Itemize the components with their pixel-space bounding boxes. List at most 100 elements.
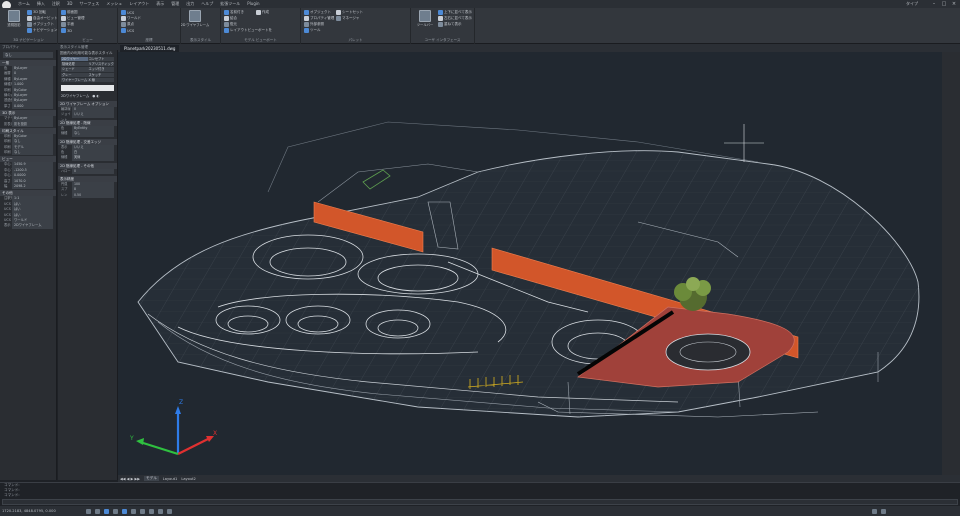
- customize-icon[interactable]: [880, 508, 886, 514]
- ribbon-group: 名前付き 結合 復元 レイアウトビューポートを 作成 モデル ビューポート: [221, 8, 301, 44]
- visual-style-row[interactable]: レン 0.50: [58, 192, 117, 199]
- drawing-viewport[interactable]: Z X Y: [118, 52, 942, 475]
- menu-item[interactable]: Plugin: [247, 1, 259, 7]
- command-input[interactable]: [2, 499, 958, 505]
- menu-item[interactable]: 管理: [171, 1, 179, 7]
- ribbon-small-button[interactable]: ビュー管理: [61, 16, 85, 21]
- property-value[interactable]: 0.000: [12, 103, 53, 110]
- ribbon-small-button[interactable]: 重ねて表示: [438, 22, 462, 27]
- ribbon-small-button[interactable]: UCS: [121, 28, 134, 33]
- ribbon-small-button[interactable]: プロパティ管理: [304, 16, 334, 21]
- ribbon-small-button[interactable]: 上下に並べて表示: [438, 10, 472, 15]
- visual-style-item[interactable]: X 線: [87, 78, 114, 83]
- property-row[interactable]: 表示 2Dワイヤフレーム: [0, 223, 56, 229]
- ribbon-small-button[interactable]: 結合: [224, 16, 237, 21]
- vertical-scrollbar[interactable]: [942, 52, 960, 475]
- visual-style-key: ハロー: [61, 168, 71, 173]
- menu-item[interactable]: 3D: [67, 1, 73, 7]
- ribbon-small-button[interactable]: 自由オービット: [27, 16, 58, 21]
- menu-item[interactable]: 挿入: [37, 1, 45, 7]
- ribbon-small-button[interactable]: ツール: [304, 28, 321, 33]
- ribbon-small-button[interactable]: 平面: [61, 22, 74, 27]
- tab-model[interactable]: モデル: [144, 476, 159, 481]
- ribbon-small-button[interactable]: 名前付き: [224, 10, 244, 15]
- ribbon-small-button[interactable]: 3D 回転: [27, 10, 46, 15]
- visual-style-name-field[interactable]: [61, 84, 114, 91]
- ribbon-small-button[interactable]: シートセット: [336, 10, 363, 15]
- selection-dropdown[interactable]: なし: [3, 52, 53, 58]
- property-value[interactable]: 2098.2: [12, 184, 53, 190]
- menu-item[interactable]: ヘルプ: [201, 1, 213, 7]
- visual-style-value[interactable]: 0.50: [72, 192, 114, 199]
- property-row[interactable]: 印刷 なし: [0, 150, 56, 156]
- ribbon-small-button[interactable]: オブジェクト: [304, 10, 331, 15]
- menu-item[interactable]: 表示: [156, 1, 164, 7]
- tab-nav-arrows[interactable]: ◀◀ ◀ ▶ ▶▶: [120, 477, 140, 481]
- ribbon-small-button[interactable]: 左右に並べて表示: [438, 16, 472, 21]
- ortho-icon[interactable]: [103, 508, 109, 514]
- ribbon-small-button[interactable]: ワールド: [121, 16, 141, 21]
- ribbon-group-label: ユーザ インタフェース: [424, 38, 461, 42]
- snap-icon[interactable]: [85, 508, 91, 514]
- ribbon-small-button[interactable]: 3D: [61, 28, 72, 33]
- tab-layout1[interactable]: Layout1: [163, 477, 178, 481]
- menu-item[interactable]: サーフェス: [80, 1, 100, 7]
- annotation-scale-icon[interactable]: [166, 508, 172, 514]
- property-row[interactable]: 幅 2098.2: [0, 184, 56, 190]
- ribbon-small-button[interactable]: 前面図: [61, 10, 78, 15]
- ribbon-small-button[interactable]: 作成: [256, 10, 269, 15]
- visual-style-sections: 2D ワイヤフレーム オプション輪郭線0ジョイントいいえ2D 陰線処理 - 陰線…: [58, 100, 117, 199]
- model-drawing[interactable]: Z X Y: [118, 52, 942, 475]
- workspace-icon[interactable]: [871, 508, 877, 514]
- ribbon-small-button[interactable]: 原点: [121, 22, 134, 27]
- visual-style-value[interactable]: 実線: [72, 155, 114, 161]
- visual-style-item[interactable]: ワイヤーフレーム: [61, 78, 88, 83]
- visual-style-row[interactable]: 線種 なし: [58, 131, 117, 137]
- ribbon-small-button[interactable]: マネージャ: [336, 16, 359, 21]
- minimize-icon[interactable]: –: [930, 1, 938, 7]
- ribbon-small-button[interactable]: ナビゲーション: [27, 28, 57, 33]
- property-value[interactable]: なし: [12, 150, 53, 156]
- visual-style-value[interactable]: なし: [72, 131, 114, 137]
- visual-style-row[interactable]: ハロー 0: [58, 168, 117, 175]
- ribbon-small-button[interactable]: 復元: [224, 22, 237, 27]
- otrack-icon[interactable]: [130, 508, 136, 514]
- menu-item[interactable]: 注釈: [52, 1, 60, 7]
- visual-style-value[interactable]: 0: [72, 168, 114, 175]
- selection-cycling-icon[interactable]: [157, 508, 163, 514]
- visual-style-row[interactable]: ジョイントいいえ: [58, 112, 117, 122]
- document-tab[interactable]: Planetpark20230511.dwg: [120, 45, 180, 52]
- menu-item[interactable]: レイアウト: [129, 1, 149, 7]
- ribbon-small-button[interactable]: UCS: [121, 10, 134, 15]
- ribbon-group-label: 3D ナビゲーション: [13, 38, 44, 42]
- tab-layout2[interactable]: Layout2: [181, 477, 196, 481]
- menu-item[interactable]: 出力: [186, 1, 194, 7]
- ribbon-small-button-label: 前面図: [67, 10, 78, 14]
- polar-icon[interactable]: [112, 508, 118, 514]
- grid-icon[interactable]: [94, 508, 100, 514]
- property-value[interactable]: 2Dワイヤフレーム: [12, 223, 53, 229]
- menu-item[interactable]: メッシュ: [106, 1, 122, 7]
- ribbon-group: 透視投影 3D 回転 自由オービット オブジェクト ナビゲーション 3D ナビゲーション: [0, 8, 58, 44]
- ribbon-small-button[interactable]: 外部参照: [304, 22, 324, 27]
- property-row[interactable]: 厚さ 0.000: [0, 103, 56, 110]
- ribbon-small-button-label: 3D: [67, 28, 72, 33]
- lineweight-icon[interactable]: [139, 508, 145, 514]
- transparency-icon[interactable]: [148, 508, 154, 514]
- toggle-icon[interactable]: ● ◐: [92, 93, 99, 99]
- ribbon-large-button[interactable]: 透視投影: [2, 10, 26, 27]
- ribbon-small-button[interactable]: レイアウトビューポートを: [224, 28, 272, 33]
- ribbon-large-button[interactable]: 2D ワイヤフレーム: [181, 10, 209, 27]
- menu-item[interactable]: 拡張ツール: [220, 1, 240, 7]
- close-icon[interactable]: ×: [950, 1, 958, 7]
- ribbon-small-button[interactable]: オブジェクト: [27, 22, 54, 27]
- property-value[interactable]: 影を投影: [12, 121, 53, 127]
- command-area: コマンド: コマンド: コマンド:: [0, 482, 960, 506]
- property-row[interactable]: 影表示影を投影: [0, 121, 56, 127]
- ribbon-large-button[interactable]: ツールバー: [413, 10, 437, 27]
- visual-style-row[interactable]: 線種 実線: [58, 155, 117, 161]
- menu-item[interactable]: ホーム: [18, 1, 30, 7]
- osnap-icon[interactable]: [121, 508, 127, 514]
- visual-style-value[interactable]: いいえ: [72, 112, 114, 118]
- maximize-icon[interactable]: □: [940, 1, 948, 7]
